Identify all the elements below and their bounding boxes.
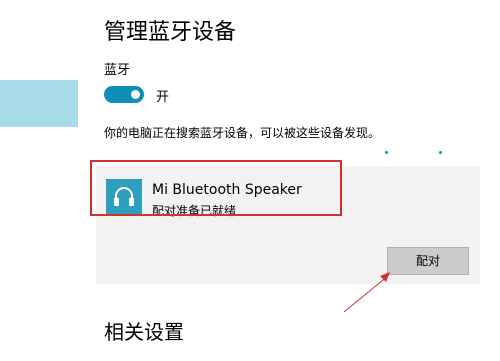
- searching-dot: [439, 151, 442, 154]
- page-title: 管理蓝牙设备: [104, 20, 237, 45]
- sidebar: [0, 0, 78, 361]
- bluetooth-toggle[interactable]: [104, 86, 144, 103]
- arrow-annotation: [343, 272, 390, 313]
- toggle-state-label: 开: [156, 90, 170, 105]
- searching-dot: [385, 151, 388, 154]
- toggle-knob: [131, 90, 140, 99]
- highlight-box: [90, 160, 342, 216]
- related-settings-title: 相关设置: [104, 320, 184, 344]
- bluetooth-label: 蓝牙: [104, 63, 131, 78]
- search-status-message: 你的电脑正在搜索蓝牙设备，可以被这些设备发现。: [104, 126, 381, 140]
- sidebar-selected-item[interactable]: [0, 80, 78, 127]
